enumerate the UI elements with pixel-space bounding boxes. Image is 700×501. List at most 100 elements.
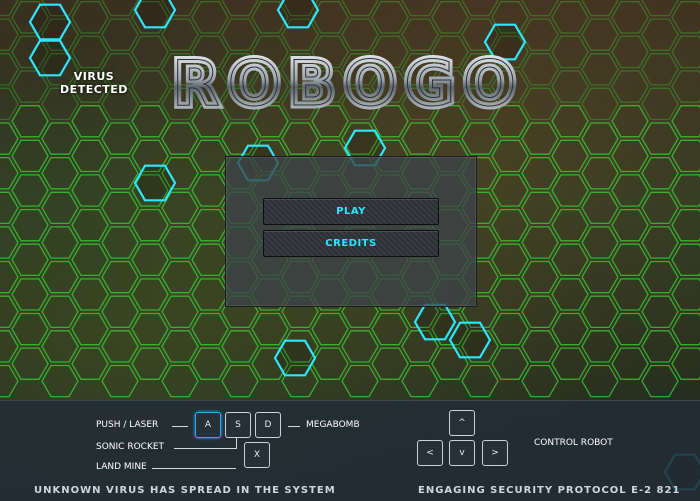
hex-cell: [611, 1, 649, 34]
hex-cell: [461, 364, 499, 398]
hex-cell: [611, 278, 649, 311]
hex-cell: [521, 191, 559, 225]
hex-cell: [581, 330, 619, 363]
hex-cell: [641, 191, 679, 225]
hex-cell: [401, 122, 439, 155]
hex-cell: [671, 105, 700, 138]
hex-cell: [551, 139, 589, 173]
hex-cell: [611, 312, 649, 346]
hex-cell: [491, 312, 529, 346]
hex-cell: [581, 87, 619, 121]
play-button[interactable]: PLAY: [263, 198, 439, 225]
hex-cell: [161, 122, 199, 155]
hex-cell: [491, 347, 529, 380]
hex-cell: [671, 278, 700, 311]
hex-cell: [341, 364, 379, 398]
hex-cell: [491, 278, 529, 311]
hex-cell: [671, 243, 700, 277]
hex-cell: [641, 87, 679, 121]
hex-cell: [191, 1, 229, 34]
hex-cell: [551, 35, 589, 69]
hex-cell: [581, 18, 619, 51]
hex-cell: [341, 0, 379, 17]
hex-cell: [281, 122, 319, 155]
hex-cell: [191, 312, 229, 346]
hex-cell: [611, 35, 649, 69]
hex-cell: [41, 156, 79, 190]
hex-cell: [551, 243, 589, 277]
hex-cell: [191, 208, 229, 242]
hex-cell: [101, 18, 139, 51]
hex-cell: [581, 226, 619, 259]
hex-cell: [641, 0, 679, 17]
hex-cell: [131, 312, 169, 346]
hex-cell: [551, 1, 589, 34]
sonic-rocket-connector: [174, 448, 236, 449]
hex-cell: [101, 191, 139, 225]
hex-cell: [191, 174, 229, 207]
hex-cell: [191, 278, 229, 311]
hex-cell: [191, 243, 229, 277]
hex-cell: [671, 35, 700, 69]
hex-cell: [431, 1, 469, 34]
hex-cell: [11, 174, 49, 207]
hex-cell: [671, 70, 700, 103]
land-mine-label: LAND MINE: [96, 462, 147, 472]
megabomb-connector: [288, 426, 300, 427]
highlight-hex-cell: [273, 339, 317, 377]
hex-cell: [101, 0, 139, 17]
hex-cell: [41, 364, 79, 398]
key-right: >: [482, 440, 508, 466]
highlight-hex-cell: [413, 303, 457, 341]
hex-cell: [671, 139, 700, 173]
hex-cell: [551, 347, 589, 380]
game-title-outline: ROBOGO: [172, 50, 524, 120]
hex-cell: [581, 364, 619, 398]
hex-cell: [311, 347, 349, 380]
hex-cell: [521, 0, 559, 17]
hex-cell: [11, 347, 49, 380]
hex-cell: [71, 243, 109, 277]
hex-cell: [101, 260, 139, 294]
hex-cell: [101, 330, 139, 363]
key-a: A: [195, 412, 221, 438]
ticker-left: UNKNOWN VIRUS HAS SPREAD IN THE SYSTEM: [34, 485, 336, 496]
hex-cell: [371, 347, 409, 380]
hex-cell: [641, 53, 679, 86]
hex-cell: [461, 0, 499, 17]
hex-cell: [71, 35, 109, 69]
hex-cell: [41, 122, 79, 155]
virus-label-line2: DETECTED: [60, 83, 128, 96]
hex-cell: [521, 156, 559, 190]
hex-cell: [11, 243, 49, 277]
credits-button[interactable]: CREDITS: [263, 230, 439, 257]
hex-cell: [611, 105, 649, 138]
land-mine-connector: [152, 468, 236, 469]
hex-cell: [521, 295, 559, 329]
hex-cell: [401, 18, 439, 51]
hex-cell: [581, 295, 619, 329]
hex-cell: [161, 226, 199, 259]
hex-cell: [221, 18, 259, 51]
sonic-rocket-label: SONIC ROCKET: [96, 442, 165, 452]
hex-cell: [341, 18, 379, 51]
hex-cell: [581, 122, 619, 155]
hex-cell: [641, 364, 679, 398]
hex-cell: [101, 226, 139, 259]
hex-cell: [71, 208, 109, 242]
hex-cell: [521, 226, 559, 259]
key-d: D: [255, 412, 281, 438]
hex-cell: [101, 122, 139, 155]
hex-cell: [671, 208, 700, 242]
hex-cell: [371, 312, 409, 346]
hex-cell: [41, 260, 79, 294]
hex-cell: [581, 0, 619, 17]
hex-cell: [581, 53, 619, 86]
hex-cell: [551, 208, 589, 242]
hex-cell: [611, 174, 649, 207]
hex-cell: [41, 226, 79, 259]
hex-cell: [671, 347, 700, 380]
hex-cell: [551, 70, 589, 103]
highlight-hex-cell: [448, 321, 492, 359]
hex-cell: [521, 122, 559, 155]
